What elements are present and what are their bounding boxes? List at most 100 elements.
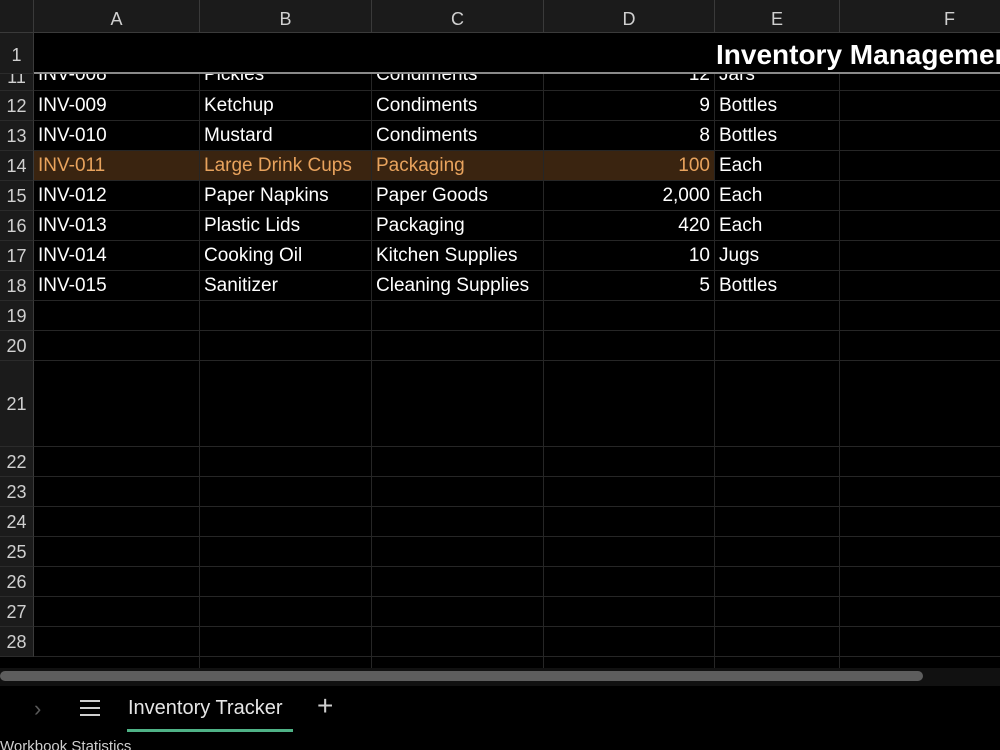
table-row: INV-009 Ketchup Condiments 9 Bottles — [34, 91, 1000, 121]
cell-quantity[interactable]: 8 — [544, 121, 715, 150]
row-header-19[interactable]: 19 — [0, 301, 34, 331]
column-divider — [714, 74, 715, 668]
empty-row[interactable] — [34, 597, 1000, 627]
column-divider — [543, 74, 544, 668]
row-header-15[interactable]: 15 — [0, 181, 34, 211]
cell-f[interactable] — [840, 74, 1000, 90]
cell-f[interactable] — [840, 271, 1000, 300]
cell-category[interactable]: Cleaning Supplies — [372, 271, 544, 300]
cell-quantity[interactable]: 9 — [544, 91, 715, 120]
cell-unit[interactable]: Jars — [715, 74, 840, 90]
row-header-24[interactable]: 24 — [0, 507, 34, 537]
cell-unit[interactable]: Each — [715, 151, 840, 180]
row-header-16[interactable]: 16 — [0, 211, 34, 241]
empty-row[interactable] — [34, 537, 1000, 567]
select-all-corner[interactable] — [0, 0, 34, 33]
cell-id[interactable]: INV-010 — [34, 121, 200, 150]
cell-id[interactable]: INV-014 — [34, 241, 200, 270]
cell-item[interactable]: Plastic Lids — [200, 211, 372, 240]
cell-id[interactable]: INV-009 — [34, 91, 200, 120]
cell-item[interactable]: Pickles — [200, 74, 372, 90]
column-header-f[interactable]: F — [840, 0, 1000, 33]
cell-unit[interactable]: Bottles — [715, 121, 840, 150]
column-header-a[interactable]: A — [34, 0, 200, 33]
cell-quantity[interactable]: 100 — [544, 151, 715, 180]
row-header-25[interactable]: 25 — [0, 537, 34, 567]
cell-f[interactable] — [840, 121, 1000, 150]
row-header-17[interactable]: 17 — [0, 241, 34, 271]
cell-quantity[interactable]: 10 — [544, 241, 715, 270]
sheet-title[interactable]: Inventory Management T — [716, 39, 1000, 71]
row-header-23[interactable]: 23 — [0, 477, 34, 507]
cell-f[interactable] — [840, 91, 1000, 120]
hamburger-menu-icon[interactable] — [80, 700, 100, 716]
cell-f[interactable] — [840, 211, 1000, 240]
cell-category[interactable]: Paper Goods — [372, 181, 544, 210]
cell-quantity[interactable]: 5 — [544, 271, 715, 300]
cell-quantity[interactable]: 2,000 — [544, 181, 715, 210]
cell-id[interactable]: INV-013 — [34, 211, 200, 240]
row-header-1[interactable]: 1 — [0, 33, 34, 74]
column-header-b[interactable]: B — [200, 0, 372, 33]
row-header-27[interactable]: 27 — [0, 597, 34, 627]
cell-item[interactable]: Sanitizer — [200, 271, 372, 300]
column-header-e[interactable]: E — [715, 0, 840, 33]
cell-item[interactable]: Cooking Oil — [200, 241, 372, 270]
horizontal-scrollbar[interactable] — [0, 668, 1000, 686]
tab-inventory-tracker[interactable]: Inventory Tracker — [114, 686, 297, 732]
row-header-14[interactable]: 14 — [0, 151, 34, 181]
row-header-13[interactable]: 13 — [0, 121, 34, 151]
column-header-d[interactable]: D — [544, 0, 715, 33]
cell-quantity[interactable]: 420 — [544, 211, 715, 240]
cell-item[interactable]: Paper Napkins — [200, 181, 372, 210]
cell-item[interactable]: Ketchup — [200, 91, 372, 120]
cell-item[interactable]: Large Drink Cups — [200, 151, 372, 180]
cell-category[interactable]: Condiments — [372, 74, 544, 90]
row-header-20[interactable]: 20 — [0, 331, 34, 361]
row-header-21[interactable]: 21 — [0, 361, 34, 447]
empty-row[interactable] — [34, 507, 1000, 537]
cell-category[interactable]: Packaging — [372, 211, 544, 240]
cell-category[interactable]: Condiments — [372, 91, 544, 120]
row-header-26[interactable]: 26 — [0, 567, 34, 597]
cell-id[interactable]: INV-012 — [34, 181, 200, 210]
cell-unit[interactable]: Jugs — [715, 241, 840, 270]
row-header-11[interactable]: 11 — [0, 74, 34, 91]
status-bar: Workbook Statistics — [0, 732, 1000, 750]
cell-f[interactable] — [840, 181, 1000, 210]
empty-row[interactable] — [34, 447, 1000, 477]
cell-quantity[interactable]: 12 — [544, 74, 715, 90]
chevron-right-icon[interactable]: › — [34, 696, 41, 722]
table-row: INV-011 Large Drink Cups Packaging 100 E… — [34, 151, 1000, 181]
row-header-28[interactable]: 28 — [0, 627, 34, 657]
row-header-18[interactable]: 18 — [0, 271, 34, 301]
workbook-statistics-button[interactable]: Workbook Statistics — [0, 738, 131, 750]
cell-unit[interactable]: Bottles — [715, 271, 840, 300]
cell-id[interactable]: INV-008 — [34, 74, 200, 90]
table-row: INV-015 Sanitizer Cleaning Supplies 5 Bo… — [34, 271, 1000, 301]
row-header-22[interactable]: 22 — [0, 447, 34, 477]
empty-row[interactable] — [34, 301, 1000, 331]
cell-unit[interactable]: Each — [715, 181, 840, 210]
cell-unit[interactable]: Bottles — [715, 91, 840, 120]
cell-item[interactable]: Mustard — [200, 121, 372, 150]
title-row: Inventory Management T — [34, 33, 1000, 74]
row-header-12[interactable]: 12 — [0, 91, 34, 121]
cell-id[interactable]: INV-011 — [34, 151, 200, 180]
cell-unit[interactable]: Each — [715, 211, 840, 240]
empty-row[interactable] — [34, 477, 1000, 507]
empty-row[interactable] — [34, 361, 1000, 447]
cell-f[interactable] — [840, 241, 1000, 270]
sheet-tab-bar: › Inventory Tracker + — [0, 686, 1000, 732]
empty-row[interactable] — [34, 627, 1000, 657]
empty-row[interactable] — [34, 331, 1000, 361]
cell-category[interactable]: Kitchen Supplies — [372, 241, 544, 270]
cell-category[interactable]: Packaging — [372, 151, 544, 180]
scrollbar-thumb[interactable] — [0, 671, 923, 681]
empty-row[interactable] — [34, 567, 1000, 597]
cell-f[interactable] — [840, 151, 1000, 180]
column-header-c[interactable]: C — [372, 0, 544, 33]
plus-icon[interactable]: + — [317, 690, 333, 722]
cell-category[interactable]: Condiments — [372, 121, 544, 150]
cell-id[interactable]: INV-015 — [34, 271, 200, 300]
